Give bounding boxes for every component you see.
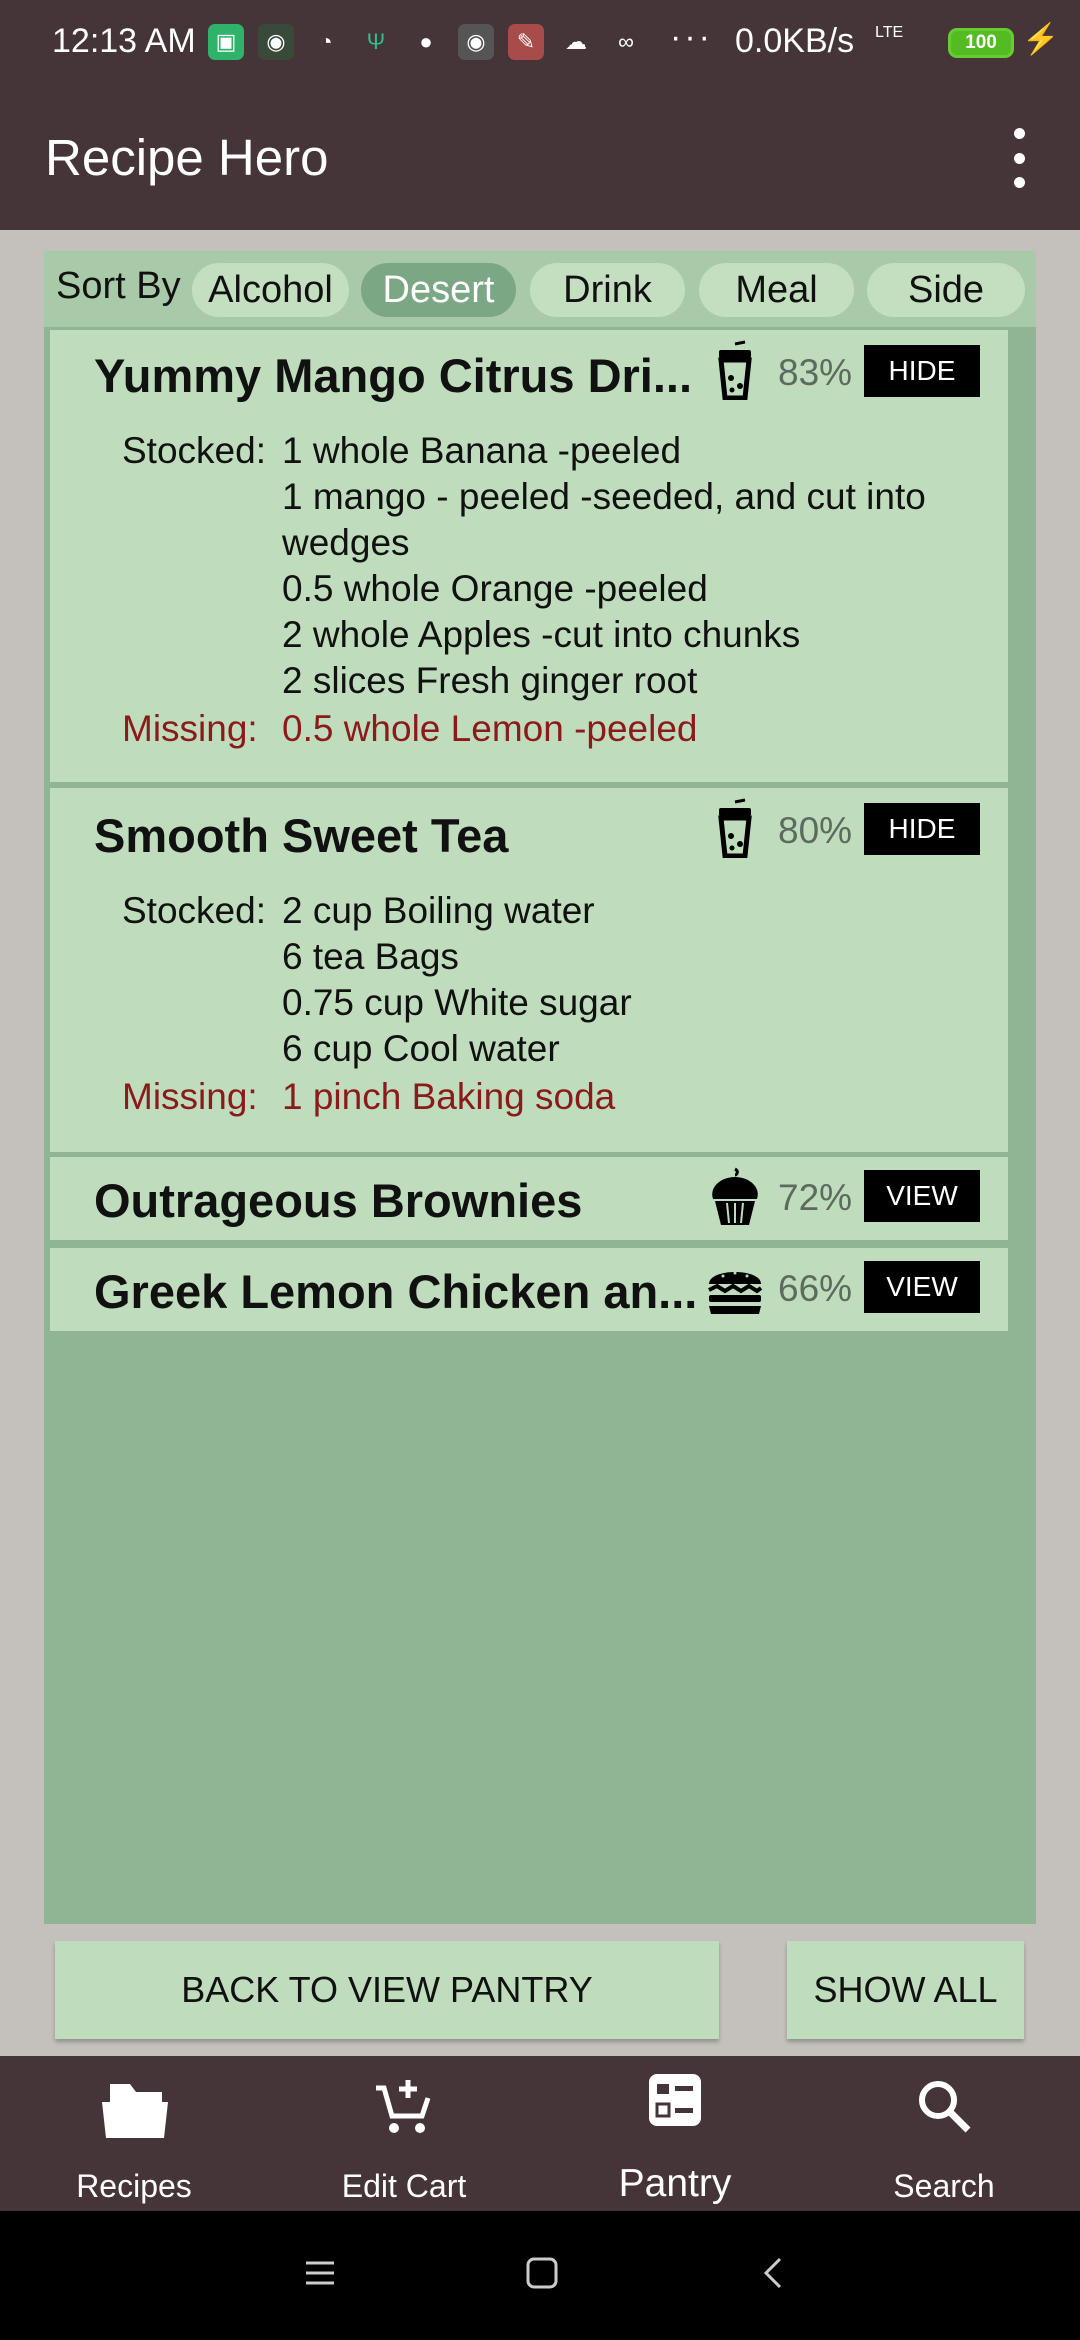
nav-label: Pantry — [618, 2162, 732, 2205]
recipe-card[interactable]: Yummy Mango Citrus Dri... 83% HIDE Stock… — [50, 330, 1008, 782]
nav-label: Recipes — [76, 2168, 192, 2204]
charging-icon: ⚡ — [1022, 23, 1060, 56]
view-button[interactable]: VIEW — [864, 1170, 980, 1222]
ingredient: 2 whole Apples -cut into chunks — [282, 614, 801, 655]
sort-chip-side[interactable]: Side — [867, 263, 1025, 317]
show-all-button[interactable]: SHOW ALL — [787, 1941, 1024, 2039]
app-title: Recipe Hero — [45, 129, 329, 186]
notification-icons: ▣ ◉ ◔ Ψ ● ◉ ✎ ☁ ∞ — [208, 24, 644, 60]
nav-pantry[interactable]: Pantry — [565, 2056, 785, 2211]
recipe-card[interactable]: Outrageous Brownies 72% VIEW — [50, 1157, 1008, 1240]
app-notification-icon: ✎ — [508, 24, 544, 60]
app-notification-icon: ◉ — [258, 24, 294, 60]
view-button[interactable]: VIEW — [864, 1261, 980, 1313]
ingredient: 0.75 cup White sugar — [282, 982, 632, 1023]
voicemail-icon: ∞ — [618, 29, 634, 54]
back-icon[interactable] — [756, 2255, 792, 2291]
missing-ingredient: 0.5 whole Lemon -peeled — [282, 708, 698, 749]
cupcake-icon — [712, 1167, 758, 1225]
sort-chip-desert[interactable]: Desert — [361, 263, 516, 317]
cart-add-icon — [376, 2080, 431, 2133]
speedometer-icon: ◔ — [319, 29, 333, 54]
ingredient: 0.5 whole Orange -peeled — [282, 568, 708, 609]
ingredient: 6 cup Cool water — [282, 1028, 560, 1069]
stocked-list: 2 cup Boiling water 6 tea Bags 0.75 cup … — [282, 888, 982, 1072]
stocked-label: Stocked: — [122, 890, 266, 931]
home-icon[interactable] — [524, 2255, 560, 2291]
hide-button[interactable]: HIDE — [864, 345, 980, 397]
match-percent: 80% — [778, 810, 853, 851]
match-percent: 66% — [778, 1268, 853, 1309]
missing-label: Missing: — [122, 708, 258, 749]
match-percent: 72% — [778, 1177, 853, 1218]
nav-edit-cart[interactable]: Edit Cart — [294, 2056, 514, 2211]
ingredient: 1 mango - peeled -seeded, and cut into w… — [282, 476, 926, 563]
recipe-title: Outrageous Brownies — [94, 1174, 583, 1227]
trident-icon: Ψ — [366, 29, 386, 54]
messenger-icon: ● — [419, 29, 433, 54]
missing-ingredient: 1 pinch Baking soda — [282, 1076, 616, 1117]
recipe-card[interactable]: Smooth Sweet Tea 80% HIDE Stocked: 2 cup… — [50, 788, 1008, 1152]
network-speed: 0.0KB/s — [735, 22, 855, 60]
ingredient: 6 tea Bags — [282, 936, 459, 977]
drink-icon — [718, 340, 752, 400]
recipe-title: Greek Lemon Chicken an... — [94, 1265, 698, 1318]
menu-icon[interactable] — [302, 2255, 338, 2291]
ingredient: 2 cup Boiling water — [282, 890, 595, 931]
ingredient: 1 whole Banana -peeled — [282, 430, 682, 471]
recipe-card[interactable]: Greek Lemon Chicken an... 66% VIEW — [50, 1248, 1008, 1331]
app-notification-icon: ◉ — [458, 24, 494, 60]
status-bar: 12:13 AM ▣ ◉ ◔ Ψ ● ◉ ✎ ☁ ∞ ··· 0.0KB/s L… — [0, 0, 1080, 88]
missing-list: 1 pinch Baking soda — [282, 1074, 982, 1120]
cloud-icon: ☁ — [565, 29, 587, 54]
status-time: 12:13 AM — [52, 22, 196, 60]
hide-button[interactable]: HIDE — [864, 803, 980, 855]
back-to-pantry-button[interactable]: BACK TO VIEW PANTRY — [55, 1941, 719, 2039]
missing-list: 0.5 whole Lemon -peeled — [282, 706, 982, 752]
stocked-label: Stocked: — [122, 430, 266, 471]
sort-bar: Sort By Alcohol Desert Drink Meal Side — [44, 251, 1036, 327]
recipe-title: Yummy Mango Citrus Dri... — [94, 349, 693, 402]
recipe-panel: Sort By Alcohol Desert Drink Meal Side Y… — [44, 251, 1036, 1924]
bottom-nav: Recipes Edit Cart Pantry Search — [0, 2056, 1080, 2211]
more-notifications-icon: ··· — [670, 18, 713, 56]
battery-icon: 100 — [948, 28, 1014, 58]
app-notification-icon: ▣ — [208, 24, 244, 60]
sort-label: Sort By — [56, 265, 181, 307]
missing-label: Missing: — [122, 1076, 258, 1117]
drink-icon — [718, 798, 752, 858]
nav-label: Edit Cart — [341, 2168, 467, 2204]
sort-chip-alcohol[interactable]: Alcohol — [192, 263, 349, 317]
recipe-title: Smooth Sweet Tea — [94, 809, 509, 862]
ingredient: 2 slices Fresh ginger root — [282, 660, 698, 701]
sort-chip-meal[interactable]: Meal — [699, 263, 854, 317]
folder-icon — [102, 2084, 168, 2138]
match-percent: 83% — [778, 352, 853, 393]
search-icon — [919, 2081, 971, 2133]
nav-search[interactable]: Search — [834, 2056, 1054, 2211]
system-nav-bar — [0, 2211, 1080, 2340]
signal-icon: LTE — [875, 24, 904, 41]
burger-icon — [708, 1271, 763, 1314]
sort-chip-drink[interactable]: Drink — [530, 263, 685, 317]
pantry-icon — [649, 2074, 701, 2126]
stocked-list: 1 whole Banana -peeled 1 mango - peeled … — [282, 428, 982, 704]
overflow-menu-icon[interactable] — [1008, 128, 1030, 188]
nav-recipes[interactable]: Recipes — [24, 2056, 244, 2211]
app-bar: Recipe Hero — [0, 88, 1080, 230]
nav-label: Search — [893, 2168, 995, 2204]
